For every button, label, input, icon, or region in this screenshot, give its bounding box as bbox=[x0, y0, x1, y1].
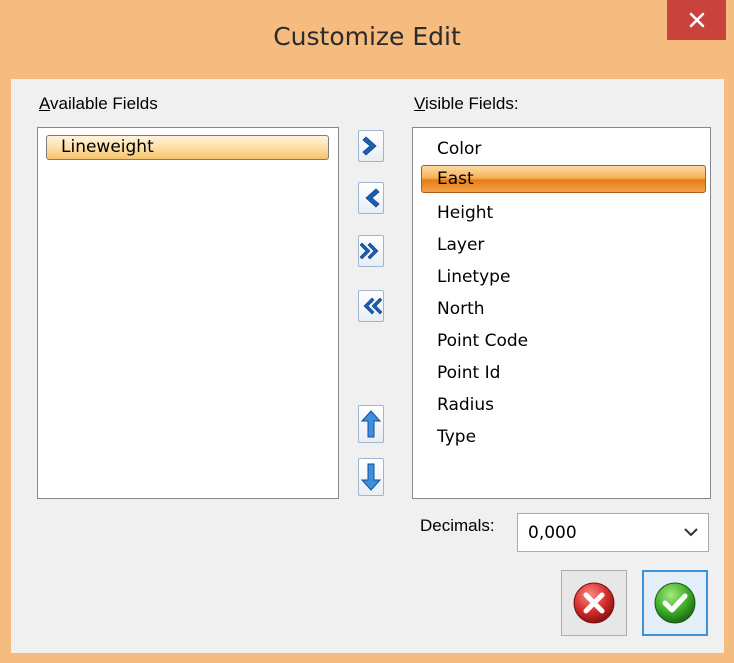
available-fields-label: Available Fields bbox=[39, 94, 158, 113]
move-right-button[interactable] bbox=[358, 130, 384, 162]
double-chevron-left-icon bbox=[363, 297, 382, 315]
chevron-left-icon bbox=[365, 188, 380, 208]
list-item[interactable]: Radius bbox=[437, 389, 494, 421]
list-item-label: Point Id bbox=[437, 363, 501, 383]
move-left-button[interactable] bbox=[358, 182, 384, 214]
move-up-button[interactable] bbox=[358, 405, 384, 443]
list-item-label: Height bbox=[437, 203, 494, 223]
list-item[interactable]: East bbox=[421, 165, 706, 193]
window-title: Customize Edit bbox=[273, 22, 461, 51]
ok-button[interactable] bbox=[642, 570, 708, 636]
list-item[interactable]: Linetype bbox=[437, 261, 510, 293]
list-item-label: Linetype bbox=[437, 267, 511, 287]
list-item-label: North bbox=[437, 299, 485, 319]
list-item-label: Layer bbox=[437, 235, 485, 255]
list-item-label: Lineweight bbox=[61, 137, 154, 157]
decimals-label: Decimals: bbox=[420, 516, 495, 535]
arrow-up-icon bbox=[361, 410, 381, 438]
decimals-value: 0,000 bbox=[528, 523, 577, 543]
available-fields-list[interactable]: Lineweight bbox=[37, 127, 339, 499]
list-item-label: Point Code bbox=[437, 331, 529, 351]
list-item[interactable]: Type bbox=[437, 421, 476, 453]
dialog-window: Customize Edit Available Fields Lineweig… bbox=[0, 0, 734, 663]
close-button[interactable] bbox=[667, 0, 726, 40]
chevron-right-icon bbox=[362, 136, 377, 156]
visible-fields-list[interactable]: Color East Height Layer Linetype North P… bbox=[412, 127, 711, 499]
list-item-label: Radius bbox=[437, 395, 495, 415]
list-item[interactable]: Height bbox=[437, 197, 493, 229]
list-item[interactable]: Color bbox=[437, 133, 481, 165]
list-item[interactable]: Lineweight bbox=[46, 135, 329, 160]
move-all-left-button[interactable] bbox=[358, 290, 384, 322]
move-all-right-button[interactable] bbox=[358, 235, 384, 267]
double-chevron-right-icon bbox=[360, 242, 379, 260]
list-item-label: Type bbox=[437, 427, 477, 447]
list-item-label: East bbox=[437, 169, 474, 189]
list-item[interactable]: Point Code bbox=[437, 325, 528, 357]
list-item[interactable]: North bbox=[437, 293, 485, 325]
arrow-down-icon bbox=[361, 463, 381, 491]
visible-fields-label: Visible Fields: bbox=[414, 94, 519, 113]
chevron-down-icon bbox=[684, 528, 698, 537]
decimals-select[interactable]: 0,000 bbox=[517, 513, 709, 552]
checkmark-icon bbox=[654, 582, 696, 624]
cancel-x-icon bbox=[573, 582, 615, 624]
move-down-button[interactable] bbox=[358, 458, 384, 496]
list-item-label: Color bbox=[437, 139, 482, 159]
list-item[interactable]: Point Id bbox=[437, 357, 500, 389]
close-icon bbox=[689, 12, 704, 28]
title-bar: Customize Edit bbox=[0, 0, 734, 80]
list-item[interactable]: Layer bbox=[437, 229, 484, 261]
cancel-button[interactable] bbox=[561, 570, 627, 636]
